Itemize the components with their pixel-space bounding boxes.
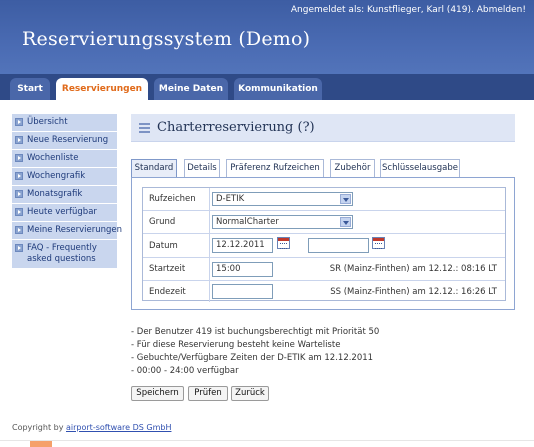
sidebar-item-label: FAQ - Frequently asked questions [27,243,97,264]
startzeit-label: Startzeit [149,264,186,274]
back-button[interactable]: Zurück [231,386,269,401]
tab-schluesselausgabe[interactable]: Schlüsselausgabe [380,159,460,177]
sunrise-info: SR (Mainz-Finthen) am 12.12.: 08:16 LT [329,264,497,274]
bullet-arrow-icon [15,226,23,234]
tab-zubehoer[interactable]: Zubehör [330,159,375,177]
menu-icon [139,123,150,133]
chevron-down-icon [340,217,351,227]
sidebar-item-wochengrafik[interactable]: Wochengrafik [12,168,117,185]
bullet-arrow-icon [15,154,23,162]
form-row-startzeit: Startzeit 15:00 SR (Mainz-Finthen) am 12… [143,258,505,281]
rufzeichen-label: Rufzeichen [149,194,196,204]
footer-accent [30,441,52,447]
note-line: - Für diese Reservierung besteht keine W… [131,340,341,350]
bullet-arrow-icon [15,208,23,216]
datum-start-input[interactable]: 12.12.2011 [212,238,273,253]
sidebar: Übersicht Neue Reservierung Wochenliste … [12,114,122,269]
login-text: Angemeldet als: Kunstflieger, Karl (419)… [290,5,474,15]
sidebar-item-faq[interactable]: FAQ - Frequently asked questions [12,240,117,268]
sidebar-item-wochenliste[interactable]: Wochenliste [12,150,117,167]
bullet-arrow-icon [15,190,23,198]
footer: Copyright by airport-software DS GmbH [12,423,171,432]
note-line: - Gebuchte/Verfügbare Zeiten der D-ETIK … [131,353,374,363]
login-info: Angemeldet als: Kunstflieger, Karl (419)… [291,5,526,15]
sidebar-item-label: Wochengrafik [27,171,86,181]
sidebar-item-heute-verfuegbar[interactable]: Heute verfügbar [12,204,117,221]
sidebar-item-monatsgrafik[interactable]: Monatsgrafik [12,186,117,203]
reservation-form: Rufzeichen D-ETIK Grund NormalCharter Da… [131,177,515,310]
datum-end-input[interactable] [308,238,369,253]
tab-reservierungen[interactable]: Reservierungen [56,78,148,100]
company-link[interactable]: airport-software DS GmbH [66,423,171,432]
tab-kommunikation[interactable]: Kommunikation [234,78,322,100]
info-notes: - Der Benutzer 419 ist buchungsberechtig… [131,326,379,378]
rufzeichen-value: D-ETIK [216,194,245,204]
app-title: Reservierungssystem (Demo) [22,28,311,50]
tab-standard[interactable]: Standard [131,159,177,177]
datum-label: Datum [149,241,178,251]
sidebar-item-label: Heute verfügbar [27,207,97,217]
main-nav: Start Reservierungen Meine Daten Kommuni… [0,74,534,100]
page-heading: Charterreservierung (?) [131,114,515,142]
startzeit-input[interactable]: 15:00 [212,262,273,277]
sidebar-item-label: Meine Reservierungen [27,225,123,235]
copyright-text: Copyright by [12,423,64,432]
sidebar-item-label: Übersicht [27,117,68,127]
check-button[interactable]: Prüfen [188,386,228,401]
form-table: Rufzeichen D-ETIK Grund NormalCharter Da… [142,187,506,302]
sidebar-item-label: Monatsgrafik [27,189,83,199]
bullet-arrow-icon [15,136,23,144]
form-row-datum: Datum 12.12.2011 [143,234,505,258]
save-button[interactable]: Speichern [131,386,184,401]
chevron-down-icon [340,194,351,204]
sunset-info: SS (Mainz-Finthen) am 12.12.: 16:26 LT [330,287,497,297]
note-line: - Der Benutzer 419 ist buchungsberechtig… [131,327,380,337]
sidebar-item-uebersicht[interactable]: Übersicht [12,114,117,131]
page-title: Charterreservierung (?) [157,120,315,135]
tab-praeferenz-rufzeichen[interactable]: Präferenz Rufzeichen [226,159,324,177]
bullet-arrow-icon [15,118,23,126]
endezeit-input[interactable] [212,284,273,299]
bullet-arrow-icon [15,244,23,252]
tab-meine-daten[interactable]: Meine Daten [154,78,228,100]
form-row-grund: Grund NormalCharter [143,211,505,234]
tab-details[interactable]: Details [184,159,220,177]
endezeit-label: Endezeit [149,287,186,297]
sidebar-item-label: Wochenliste [27,153,79,163]
grund-label: Grund [149,217,176,227]
footer-divider [0,440,534,441]
calendar-icon[interactable] [372,237,385,249]
sidebar-item-neue-reservierung[interactable]: Neue Reservierung [12,132,117,149]
form-row-rufzeichen: Rufzeichen D-ETIK [143,188,505,211]
note-line: - 00:00 - 24:00 verfügbar [131,366,239,376]
logout-link[interactable]: Abmelden! [477,5,526,15]
sidebar-item-meine-reservierungen[interactable]: Meine Reservierungen [12,222,122,239]
sidebar-item-label: Neue Reservierung [27,135,109,145]
bullet-arrow-icon [15,172,23,180]
rufzeichen-select[interactable]: D-ETIK [212,192,353,206]
calendar-icon[interactable] [277,237,290,249]
grund-value: NormalCharter [216,217,279,227]
tab-start[interactable]: Start [10,78,50,100]
grund-select[interactable]: NormalCharter [212,215,353,229]
form-row-endezeit: Endezeit SS (Mainz-Finthen) am 12.12.: 1… [143,281,505,302]
